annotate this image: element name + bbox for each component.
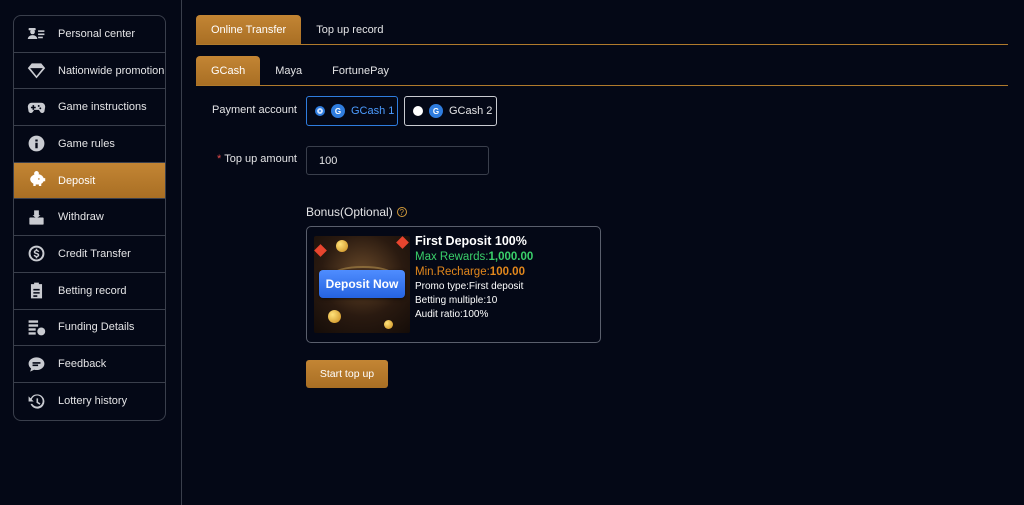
tab-top-up-record[interactable]: Top up record — [301, 15, 398, 44]
payment-option-gcash-1[interactable]: G GCash 1 — [306, 96, 398, 126]
help-icon[interactable]: ? — [396, 207, 407, 217]
coins-list-icon — [14, 318, 58, 337]
piggy-bank-icon — [14, 171, 58, 190]
top-up-amount-input[interactable] — [306, 146, 489, 175]
withdraw-icon — [14, 208, 58, 227]
deposit-now-button[interactable]: Deposit Now — [319, 270, 405, 298]
sidebar-item-label: Game rules — [58, 137, 115, 150]
sidebar-item-betting-record[interactable]: Betting record — [14, 273, 165, 310]
method-tabs: GCash Maya FortunePay — [196, 56, 1008, 86]
payment-option-label: GCash 1 — [351, 105, 395, 117]
gamepad-icon — [14, 98, 58, 117]
user-card-icon — [14, 24, 58, 43]
bonus-card-title: First Deposit 100% — [415, 234, 527, 248]
coin-icon — [328, 310, 341, 323]
sidebar-item-label: Funding Details — [58, 321, 135, 334]
sidebar-item-label: Deposit — [58, 174, 96, 187]
max-rewards: Max Rewards:1,000.00 — [415, 251, 534, 263]
sidebar-item-feedback[interactable]: Feedback — [14, 346, 165, 383]
sidebar-item-nationwide-promotion[interactable]: Nationwide promotion — [14, 53, 165, 90]
payment-option-label: GCash 2 — [449, 105, 493, 117]
sidebar-item-label: Game instructions — [58, 101, 147, 114]
amount-label: * Top up amount — [200, 153, 297, 165]
payment-account-label: Payment account — [212, 104, 297, 116]
promo-image: Deposit Now — [314, 236, 410, 333]
required-marker: * — [216, 153, 222, 165]
start-top-up-button[interactable]: Start top up — [306, 360, 388, 388]
coin-icon — [384, 320, 393, 329]
radio-unselected — [413, 106, 423, 116]
sidebar-item-withdraw[interactable]: Withdraw — [14, 199, 165, 237]
sidebar-item-personal-center[interactable]: Personal center — [14, 16, 165, 53]
sidebar-item-label: Credit Transfer — [58, 247, 131, 260]
sidebar-item-label: Withdraw — [58, 211, 104, 224]
betting-multiple: Betting multiple:10 — [415, 295, 498, 306]
sidebar-item-label: Feedback — [58, 358, 107, 371]
gcash-logo-icon: G — [331, 104, 345, 118]
tab-maya[interactable]: Maya — [260, 56, 317, 85]
main-content: Online Transfer Top up record GCash Maya… — [196, 15, 1008, 86]
tab-online-transfer[interactable]: Online Transfer — [196, 15, 302, 44]
bonus-info: First Deposit 100% Max Rewards:1,000.00 … — [415, 233, 533, 322]
chat-bubble-icon — [14, 355, 58, 374]
sidebar-item-game-rules[interactable]: Game rules — [14, 126, 165, 163]
sidebar-item-label: Personal center — [58, 27, 136, 40]
tab-gcash[interactable]: GCash — [196, 56, 261, 85]
sidebar-item-label: Betting record — [58, 284, 127, 297]
info-icon — [14, 134, 58, 153]
dollar-circle-icon — [14, 244, 58, 263]
diamond-icon — [14, 61, 58, 80]
sidebar-item-lottery-history[interactable]: Lottery history — [14, 383, 165, 420]
sidebar-item-label: Lottery history — [58, 395, 128, 408]
sidebar-item-game-instructions[interactable]: Game instructions — [14, 89, 165, 127]
gem-icon — [314, 244, 327, 257]
coin-icon — [336, 240, 348, 252]
history-icon — [14, 392, 58, 411]
clipboard-icon — [14, 281, 58, 300]
promo-type: Promo type:First deposit — [415, 281, 524, 292]
bonus-title-text: Bonus(Optional) — [306, 205, 393, 219]
bonus-card-first-deposit[interactable]: Deposit Now First Deposit 100% Max Rewar… — [306, 226, 601, 343]
sidebar-item-credit-transfer[interactable]: Credit Transfer — [14, 236, 165, 273]
sidebar-item-label: Nationwide promotion — [58, 64, 165, 77]
sidebar-divider — [181, 0, 182, 505]
gem-icon — [396, 236, 409, 249]
bonus-title: Bonus(Optional) ? — [306, 205, 407, 219]
main-tabs: Online Transfer Top up record — [196, 15, 1008, 45]
sidebar-item-deposit[interactable]: Deposit — [14, 162, 165, 200]
gcash-logo-icon: G — [429, 104, 443, 118]
sidebar: Personal center Nationwide promotion Gam… — [13, 15, 166, 421]
audit-ratio: Audit ratio:100% — [415, 309, 489, 320]
payment-option-gcash-2[interactable]: G GCash 2 — [404, 96, 497, 126]
tab-fortunepay[interactable]: FortunePay — [317, 56, 404, 85]
sidebar-item-funding-details[interactable]: Funding Details — [14, 310, 165, 347]
radio-selected — [315, 106, 325, 116]
min-recharge: Min.Recharge:100.00 — [415, 266, 525, 278]
amount-label-text: Top up amount — [224, 153, 297, 165]
